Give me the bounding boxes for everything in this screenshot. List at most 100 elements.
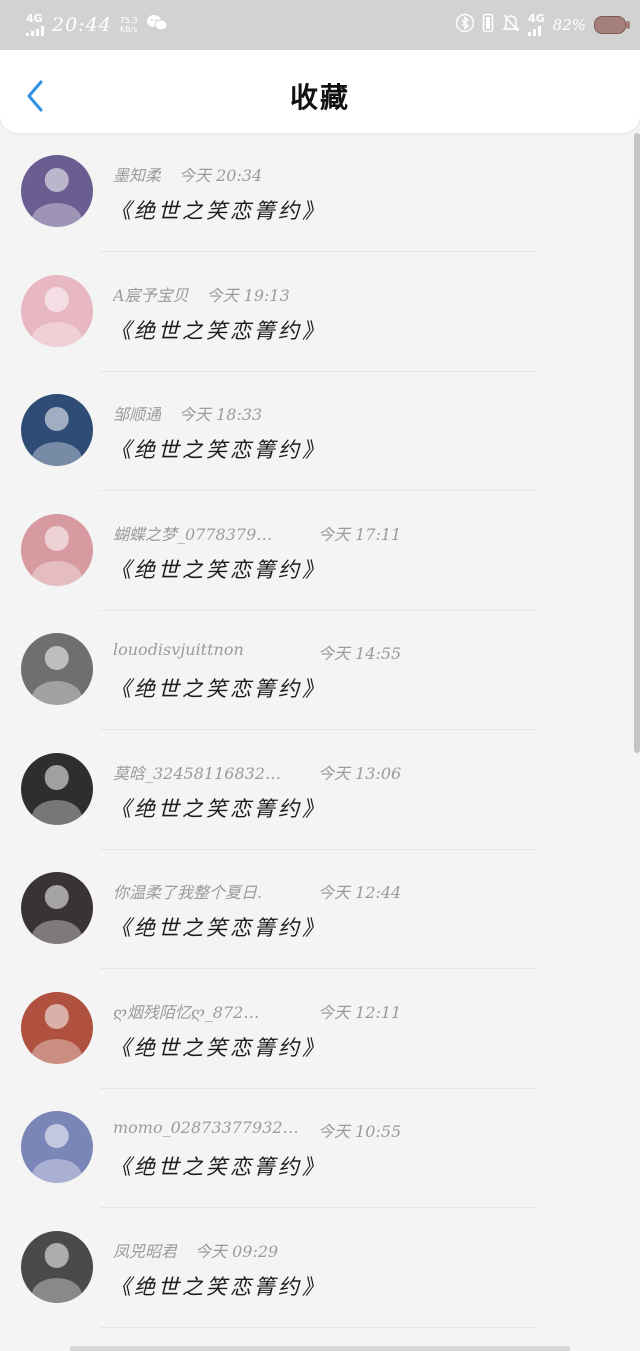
username[interactable]: ღ烟残陌忆ღ_872… bbox=[113, 999, 318, 1023]
avatar-head bbox=[44, 406, 70, 432]
bluetooth-icon bbox=[455, 13, 475, 37]
avatar-body bbox=[31, 322, 83, 347]
list-item[interactable]: momo_02873377932… 今天 10:55 《绝世之笑恋箐约》 bbox=[0, 1089, 632, 1208]
timestamp: 今天 12:44 bbox=[318, 883, 402, 902]
timestamp: 今天 19:13 bbox=[206, 285, 290, 305]
battery-percent: 82% bbox=[552, 16, 586, 34]
avatar[interactable] bbox=[21, 872, 93, 944]
list-item[interactable]: 凤兕昭君 今天 09:29 《绝世之笑恋箐约》 bbox=[0, 1209, 632, 1328]
story-title[interactable]: 《绝世之笑恋箐约》 bbox=[110, 1032, 326, 1062]
item-meta: 墨知柔 今天 20:34 bbox=[113, 162, 262, 186]
item-meta: 你温柔了我整个夏日. 今天 12:44 bbox=[113, 879, 401, 903]
story-title[interactable]: 《绝世之笑恋箐约》 bbox=[110, 315, 326, 345]
avatar[interactable] bbox=[21, 1230, 93, 1303]
avatar-body bbox=[31, 919, 83, 944]
avatar[interactable] bbox=[21, 752, 93, 825]
avatar-body bbox=[31, 1278, 83, 1303]
avatar[interactable] bbox=[21, 513, 93, 586]
avatar[interactable] bbox=[21, 1111, 93, 1183]
timestamp: 今天 14:55 bbox=[318, 644, 402, 663]
avatar[interactable] bbox=[21, 991, 93, 1064]
timestamp: 今天 18:33 bbox=[179, 405, 263, 424]
list-item-partial bbox=[70, 1346, 570, 1351]
username[interactable]: A宸予宝贝 bbox=[113, 282, 189, 306]
story-title[interactable]: 《绝世之笑恋箐约》 bbox=[110, 434, 326, 464]
avatar-body bbox=[31, 1039, 83, 1064]
story-title[interactable]: 《绝世之笑恋箐约》 bbox=[110, 554, 326, 584]
divider bbox=[100, 1326, 537, 1328]
timestamp: 今天 09:29 bbox=[195, 1241, 279, 1261]
avatar-body bbox=[31, 680, 83, 705]
avatar[interactable] bbox=[21, 394, 93, 466]
favorites-list[interactable]: 墨知柔 今天 20:34 《绝世之笑恋箐约》 A宸予宝贝 今天 19:13 《绝世之笑恋箐… bbox=[0, 133, 632, 1351]
mute-bell-icon bbox=[502, 13, 520, 37]
avatar-head bbox=[44, 1243, 70, 1268]
signal-icon: 4G bbox=[26, 12, 44, 36]
username[interactable]: 墨知柔 bbox=[113, 162, 161, 186]
avatar-head bbox=[44, 645, 70, 671]
avatar-head bbox=[44, 526, 70, 551]
item-meta: louodisvjuittnon 今天 14:55 bbox=[113, 640, 401, 664]
network-type: 4G bbox=[26, 12, 43, 25]
list-item[interactable]: ღ烟残陌忆ღ_872… 今天 12:11 《绝世之笑恋箐约》 bbox=[0, 970, 632, 1089]
network-type-right: 4G bbox=[527, 12, 545, 25]
username[interactable]: 你温柔了我整个夏日. bbox=[113, 879, 318, 903]
signal-icon-right: 4G bbox=[527, 12, 545, 36]
item-meta: 蝴蝶之梦_0778379… 今天 17:11 bbox=[113, 521, 401, 545]
username[interactable]: 邹顺通 bbox=[113, 401, 161, 425]
story-title[interactable]: 《绝世之笑恋箐约》 bbox=[110, 1271, 326, 1301]
avatar-body bbox=[31, 202, 83, 227]
avatar[interactable] bbox=[21, 155, 93, 227]
item-meta: 邹顺通 今天 18:33 bbox=[113, 401, 262, 425]
story-title[interactable]: 《绝世之笑恋箐约》 bbox=[110, 793, 326, 823]
avatar[interactable] bbox=[21, 274, 93, 347]
story-title[interactable]: 《绝世之笑恋箐约》 bbox=[110, 912, 326, 942]
list-item[interactable]: 墨知柔 今天 20:34 《绝世之笑恋箐约》 bbox=[0, 133, 632, 252]
list-item[interactable]: 邹顺通 今天 18:33 《绝世之笑恋箐约》 bbox=[0, 372, 632, 491]
list-item[interactable]: 你温柔了我整个夏日. 今天 12:44 《绝世之笑恋箐约》 bbox=[0, 850, 632, 969]
avatar-body bbox=[31, 1158, 83, 1183]
avatar[interactable] bbox=[21, 633, 93, 705]
network-speed: 75.3 KB/s bbox=[120, 16, 138, 34]
story-title[interactable]: 《绝世之笑恋箐约》 bbox=[110, 195, 326, 225]
wechat-icon bbox=[146, 14, 168, 36]
timestamp: 今天 10:55 bbox=[318, 1122, 402, 1141]
username[interactable]: 莫晗_32458116832… bbox=[113, 760, 318, 784]
username[interactable]: momo_02873377932… bbox=[113, 1118, 318, 1137]
avatar-head bbox=[44, 287, 70, 312]
vibrate-icon bbox=[482, 13, 494, 37]
item-meta: ღ烟残陌忆ღ_872… 今天 12:11 bbox=[113, 999, 401, 1023]
speed-unit: KB/s bbox=[119, 25, 138, 34]
avatar-head bbox=[44, 765, 70, 790]
status-bar: 4G 20:44 75.3 KB/s 4G 82% bbox=[0, 0, 640, 50]
top-bar: 收藏 bbox=[0, 50, 640, 133]
speed-value: 75.3 bbox=[119, 16, 138, 25]
avatar-body bbox=[31, 561, 83, 586]
item-meta: 莫晗_32458116832… 今天 13:06 bbox=[113, 760, 401, 784]
scrollbar[interactable] bbox=[634, 133, 640, 753]
timestamp: 今天 20:34 bbox=[179, 166, 263, 185]
timestamp: 今天 17:11 bbox=[318, 524, 402, 544]
battery-icon bbox=[594, 16, 630, 34]
clock: 20:44 bbox=[52, 14, 112, 36]
page-title: 收藏 bbox=[289, 81, 350, 114]
username[interactable]: louodisvjuittnon bbox=[113, 640, 318, 659]
list-item[interactable]: louodisvjuittnon 今天 14:55 《绝世之笑恋箐约》 bbox=[0, 611, 632, 730]
avatar-head bbox=[44, 167, 70, 193]
item-meta: momo_02873377932… 今天 10:55 bbox=[113, 1118, 401, 1142]
avatar-head bbox=[44, 1004, 70, 1029]
list-item[interactable]: 蝴蝶之梦_0778379… 今天 17:11 《绝世之笑恋箐约》 bbox=[0, 492, 632, 611]
list-item[interactable]: 莫晗_32458116832… 今天 13:06 《绝世之笑恋箐约》 bbox=[0, 731, 632, 850]
list-item[interactable]: A宸予宝贝 今天 19:13 《绝世之笑恋箐约》 bbox=[0, 253, 632, 372]
username[interactable]: 凤兕昭君 bbox=[113, 1238, 177, 1262]
avatar-body bbox=[31, 441, 83, 466]
avatar-body bbox=[31, 800, 83, 825]
story-title[interactable]: 《绝世之笑恋箐约》 bbox=[110, 1151, 326, 1181]
item-meta: A宸予宝贝 今天 19:13 bbox=[113, 282, 290, 306]
timestamp: 今天 13:06 bbox=[318, 763, 402, 783]
username[interactable]: 蝴蝶之梦_0778379… bbox=[113, 521, 318, 545]
timestamp: 今天 12:11 bbox=[318, 1002, 402, 1022]
avatar-head bbox=[44, 884, 70, 910]
item-meta: 凤兕昭君 今天 09:29 bbox=[113, 1238, 278, 1262]
story-title[interactable]: 《绝世之笑恋箐约》 bbox=[110, 673, 326, 703]
